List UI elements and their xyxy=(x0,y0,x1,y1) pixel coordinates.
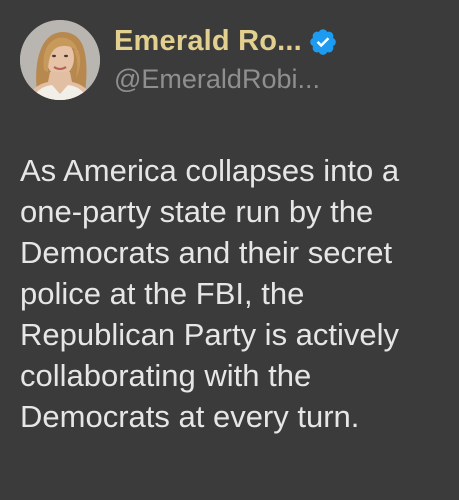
author-handle[interactable]: @EmeraldRobi... xyxy=(114,64,338,95)
tweet-header: Emerald Ro... @EmeraldRobi... xyxy=(20,20,338,100)
avatar-photo xyxy=(20,20,100,100)
author-info: Emerald Ro... @EmeraldRobi... xyxy=(114,20,338,100)
tweet-text: As America collapses into a one-party st… xyxy=(20,153,400,434)
name-row: Emerald Ro... xyxy=(114,25,338,58)
tweet-card: Emerald Ro... @EmeraldRobi... As America… xyxy=(0,0,459,500)
verified-badge-icon xyxy=(308,27,338,57)
author-display-name[interactable]: Emerald Ro... xyxy=(114,25,302,58)
avatar[interactable] xyxy=(20,20,100,100)
